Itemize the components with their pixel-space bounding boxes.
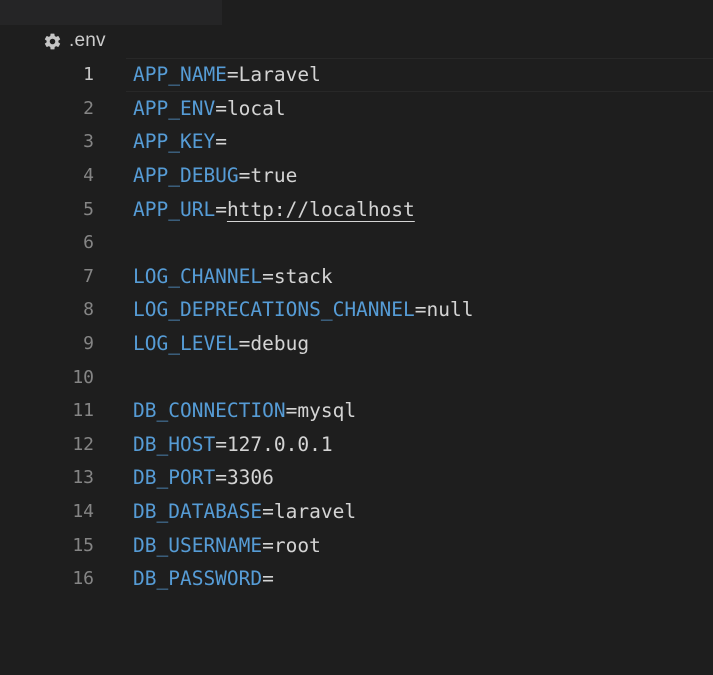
code-text: APP_NAME=Laravel [133,63,321,86]
code-line[interactable]: 5 APP_URL=http://localhost [0,192,713,226]
env-value: local [226,96,286,120]
env-key: APP_NAME [133,63,227,87]
env-key: DB_DATABASE [133,500,263,524]
code-line[interactable]: 7 LOG_CHANNEL=stack [0,260,713,294]
code-text: APP_DEBUG=true [133,164,297,187]
code-line[interactable]: 6 [0,226,713,260]
line-number: 14 [72,501,94,523]
line-number: 9 [83,333,94,355]
code-line[interactable]: 9 LOG_LEVEL=debug [0,327,713,361]
env-key: DB_PASSWORD [133,567,263,591]
code-line[interactable]: 8 LOG_DEPRECATIONS_CHANNEL=null [0,293,713,327]
env-key: APP_KEY [133,130,216,154]
env-value-link[interactable]: http://localhost [227,198,415,221]
env-value: null [426,298,474,322]
line-number: 8 [83,299,94,321]
code-line[interactable]: 1 APP_NAME=Laravel [0,58,713,92]
code-text: APP_URL=http://localhost [133,198,415,221]
code-text: APP_KEY= [133,130,227,153]
env-value: mysql [297,399,357,423]
code-text: DB_PASSWORD= [133,567,274,590]
code-line[interactable]: 12 DB_HOST=127.0.0.1 [0,428,713,462]
code-line[interactable]: 11 DB_CONNECTION=mysql [0,394,713,428]
equals-sign: = [262,567,274,591]
line-number: 2 [83,97,94,119]
line-number: 11 [72,400,94,422]
code-text: LOG_LEVEL=debug [133,332,309,355]
env-key: LOG_CHANNEL [133,264,263,288]
env-key: LOG_DEPRECATIONS_CHANNEL [133,298,415,322]
equals-sign: = [226,63,239,87]
line-number: 7 [83,265,94,287]
line-number: 16 [72,568,94,590]
code-text: APP_ENV=local [133,97,286,120]
code-text: LOG_CHANNEL=stack [133,265,333,288]
code-line[interactable]: 14 DB_DATABASE=laravel [0,495,713,529]
env-value: stack [273,264,333,288]
code-line[interactable]: 4 APP_DEBUG=true [0,159,713,193]
equals-sign: = [238,332,251,356]
code-text: DB_DATABASE=laravel [133,500,356,523]
env-value: root [273,533,321,557]
line-number: 4 [83,165,94,187]
env-value: true [250,164,298,188]
code-line[interactable]: 15 DB_USERNAME=root [0,528,713,562]
env-key: APP_DEBUG [133,164,239,188]
equals-sign: = [262,500,274,524]
code-text: DB_HOST=127.0.0.1 [133,433,333,456]
line-number: 6 [83,232,94,254]
env-key: LOG_LEVEL [133,332,239,356]
equals-sign: = [215,96,227,120]
code-line[interactable]: 16 DB_PASSWORD= [0,562,713,596]
tab-bar [0,0,713,25]
equals-sign: = [262,533,274,557]
line-number: 12 [72,433,94,455]
code-text: LOG_DEPRECATIONS_CHANNEL=null [133,298,473,321]
code-line[interactable]: 2 APP_ENV=local [0,92,713,126]
line-number: 10 [72,366,94,388]
env-key: DB_USERNAME [133,533,263,557]
line-number: 15 [72,534,94,556]
breadcrumb-filename: .env [69,30,106,51]
env-value: 3306 [226,466,274,490]
env-value: debug [250,332,310,356]
env-value: 127.0.0.1 [226,432,333,456]
code-text: DB_USERNAME=root [133,534,321,557]
code-line[interactable]: 13 DB_PORT=3306 [0,461,713,495]
equals-sign: = [215,432,227,456]
equals-sign: = [414,298,427,322]
equals-sign: = [262,264,274,288]
line-number: 1 [83,64,94,86]
env-key: APP_URL [133,197,216,221]
env-value: laravel [273,500,357,524]
equals-sign: = [215,130,227,154]
code-lines[interactable]: 1 APP_NAME=Laravel 2 APP_ENV=local 3 APP_KEY=… [0,58,713,596]
line-number: 13 [72,467,94,489]
breadcrumb-file[interactable]: .env [43,26,106,56]
code-line[interactable]: 3 APP_KEY= [0,125,713,159]
equals-sign: = [215,466,227,490]
equals-sign: = [238,164,251,188]
code-text: DB_CONNECTION=mysql [133,399,356,422]
env-key: DB_PORT [133,466,216,490]
equals-sign: = [215,197,227,221]
code-editor[interactable]: .env 1 APP_NAME=Laravel 2 APP_ENV=local 3 APP… [0,0,713,675]
env-key: DB_HOST [133,432,216,456]
code-text: DB_PORT=3306 [133,466,274,489]
equals-sign: = [285,399,298,423]
line-number: 3 [83,131,94,153]
gear-icon [43,32,62,51]
tab-bar-strip [222,0,713,25]
env-value: Laravel [238,63,321,87]
line-number: 5 [83,198,94,220]
env-key: DB_CONNECTION [133,399,286,423]
code-line[interactable]: 10 [0,360,713,394]
env-key: APP_ENV [133,96,216,120]
